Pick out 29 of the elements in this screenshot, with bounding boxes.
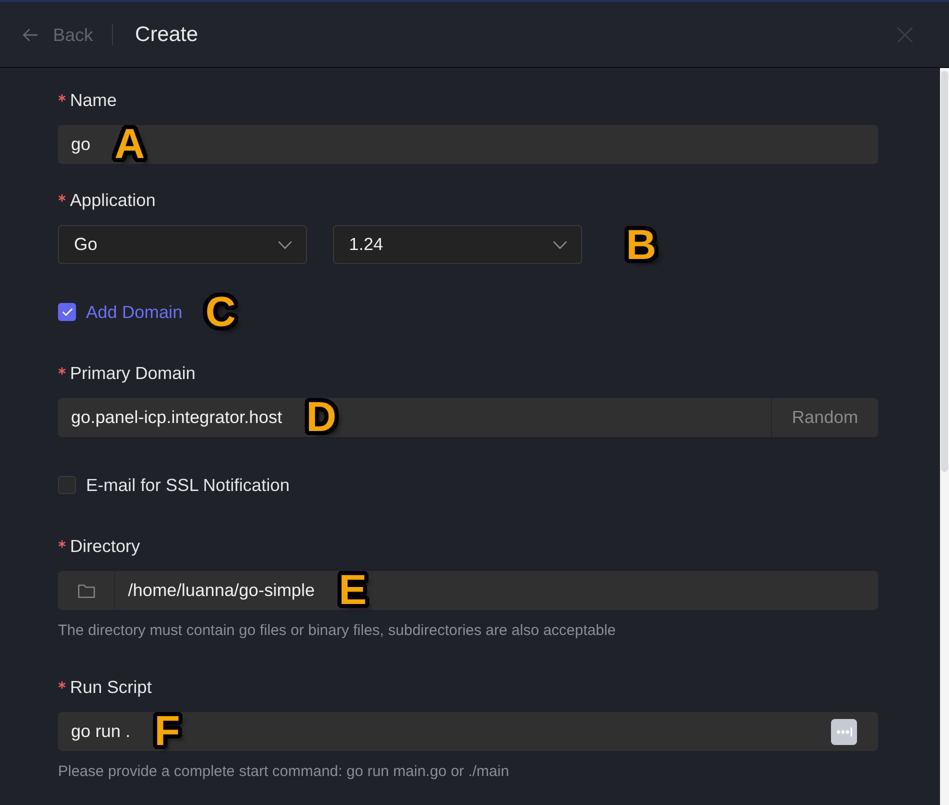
folder-icon bbox=[78, 584, 94, 598]
field-label: Run Script bbox=[70, 676, 152, 699]
input-field[interactable]: go A bbox=[58, 125, 878, 164]
dropdown[interactable]: Go bbox=[58, 225, 307, 264]
arrow-left-icon bbox=[22, 28, 38, 42]
field-label: Primary Domain bbox=[70, 362, 196, 385]
chevron-down-icon bbox=[553, 240, 567, 248]
checkbox[interactable] bbox=[58, 303, 76, 321]
callout-label: C bbox=[204, 289, 237, 335]
dots-icon[interactable] bbox=[831, 719, 857, 745]
checkbox[interactable] bbox=[58, 476, 76, 494]
checkbox-label[interactable]: Add Domain bbox=[86, 300, 182, 324]
scrollbar-thumb[interactable] bbox=[941, 71, 948, 472]
random-button[interactable]: Random bbox=[771, 398, 878, 437]
dropdown[interactable]: 1.24 bbox=[333, 225, 582, 264]
help-text: Please provide a complete start command: go run main.go or ./main bbox=[58, 762, 510, 782]
page-title: Create bbox=[135, 22, 198, 48]
chevron-down-icon bbox=[278, 240, 292, 248]
field-label: Directory bbox=[70, 535, 140, 558]
input-field[interactable]: go run . F bbox=[58, 712, 878, 751]
field-label: Name bbox=[70, 89, 117, 112]
checkbox-label[interactable]: E-mail for SSL Notification bbox=[86, 473, 290, 497]
help-text: The directory must contain go files or binary files, subdirectories are also acceptable bbox=[58, 621, 617, 641]
input-field[interactable]: /home/luanna/go-simple E bbox=[115, 571, 878, 610]
callout-label: B bbox=[625, 222, 658, 268]
check-icon bbox=[62, 308, 72, 316]
folder-button[interactable] bbox=[58, 571, 115, 610]
input-field[interactable]: go.panel-icp.integrator.host D bbox=[58, 398, 771, 437]
field-label: Application bbox=[70, 189, 156, 212]
